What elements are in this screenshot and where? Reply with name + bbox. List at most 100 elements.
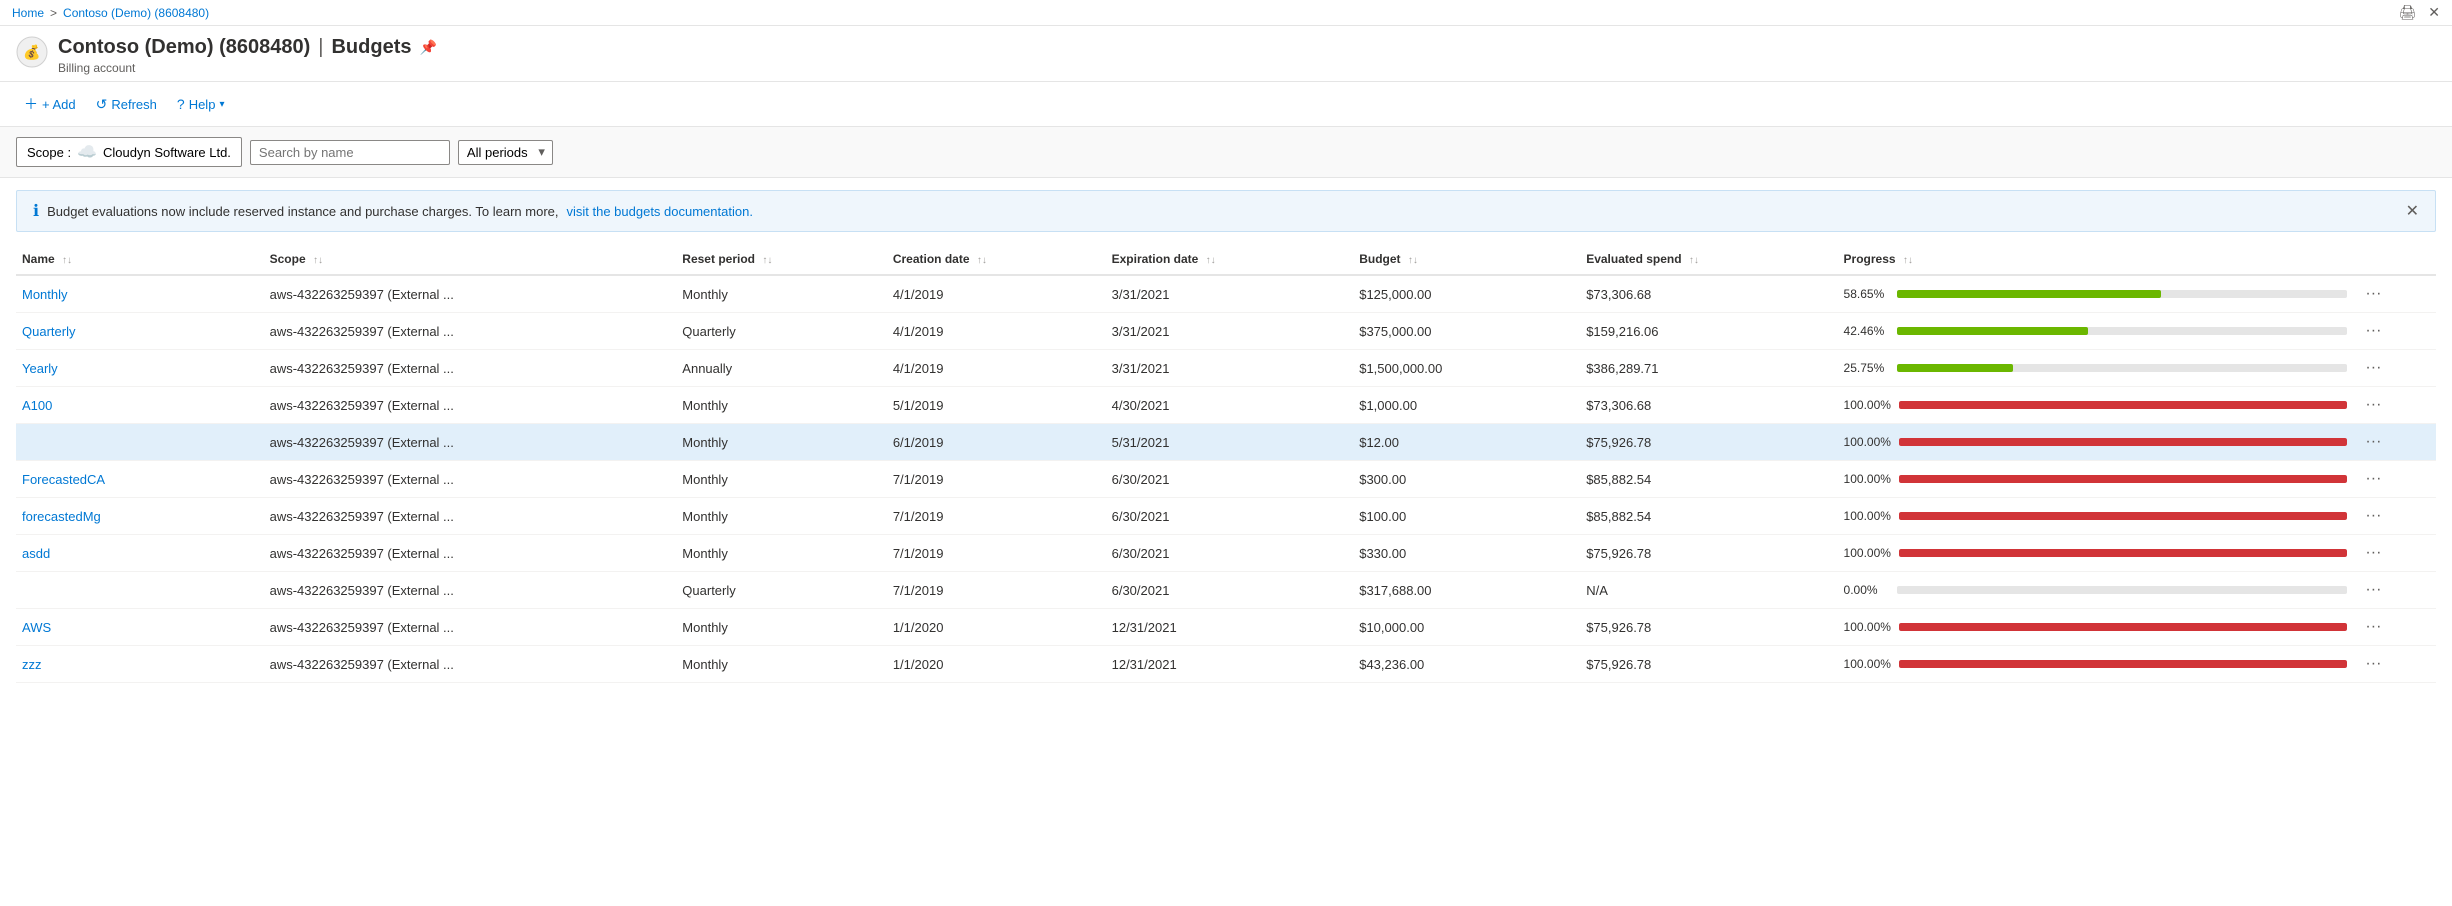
page-icon: 💰 [16,36,48,68]
progress-bar-fill [1899,549,2347,557]
cell-scope: aws-432263259397 (External ... [264,572,677,609]
cell-expiration: 3/31/2021 [1106,313,1354,350]
row-more-button[interactable]: ··· [2359,283,2387,305]
pin-icon[interactable]: 📌 [419,39,436,56]
add-button[interactable]: ＋ + Add [16,90,84,118]
cell-reset: Monthly [676,535,887,572]
cell-progress: 42.46% [1838,313,2354,350]
scope-icon: ☁️ [77,142,97,162]
cell-name: Quarterly [16,313,264,350]
cell-evaluated: $386,289.71 [1580,350,1837,387]
progress-percent: 100.00% [1844,435,1891,449]
row-more-button[interactable]: ··· [2359,542,2387,564]
page-title-separator: | [318,36,323,59]
budget-name-link[interactable]: AWS [22,620,51,635]
col-header-actions [2353,244,2436,275]
cell-more: ··· [2353,646,2436,683]
banner-close-button[interactable]: ✕ [2406,201,2419,221]
cell-name: asdd [16,535,264,572]
progress-bar-container [1899,401,2347,409]
cell-scope: aws-432263259397 (External ... [264,646,677,683]
info-link[interactable]: visit the budgets documentation. [566,204,752,219]
cell-progress: 0.00% [1838,572,2354,609]
cell-progress: 100.00% [1838,609,2354,646]
row-more-button[interactable]: ··· [2359,616,2387,638]
cell-evaluated: N/A [1580,572,1837,609]
progress-percent: 58.65% [1844,287,1889,301]
cell-creation: 1/1/2020 [887,609,1106,646]
cell-name [16,424,264,461]
breadcrumb-current[interactable]: Contoso (Demo) (8608480) [63,6,209,20]
table-header: Name ↑↓ Scope ↑↓ Reset period ↑↓ Creatio… [16,244,2436,275]
scope-button[interactable]: Scope : ☁️ Cloudyn Software Ltd. [16,137,242,167]
progress-percent: 100.00% [1844,509,1891,523]
cell-reset: Annually [676,350,887,387]
period-wrapper: All periods [458,140,553,165]
cell-budget: $12.00 [1353,424,1580,461]
progress-bar-fill [1899,623,2347,631]
sort-creation-icon[interactable]: ↑↓ [977,255,987,266]
table-row: aws-432263259397 (External ... Monthly 6… [16,424,2436,461]
page-title: Contoso (Demo) (8608480) | Budgets 📌 [58,36,2436,59]
progress-percent: 0.00% [1844,583,1889,597]
row-more-button[interactable]: ··· [2359,653,2387,675]
budget-name-link[interactable]: Monthly [22,287,68,302]
progress-bar-fill [1899,438,2347,446]
progress-bar-container [1899,438,2347,446]
budget-name-link[interactable]: zzz [22,657,42,672]
table-row: AWS aws-432263259397 (External ... Month… [16,609,2436,646]
cell-name [16,572,264,609]
help-button[interactable]: ? Help ▾ [169,92,233,116]
progress-bar-container [1899,660,2347,668]
cell-reset: Monthly [676,461,887,498]
info-icon: ℹ [33,201,39,221]
cell-budget: $317,688.00 [1353,572,1580,609]
period-select[interactable]: All periods [458,140,553,165]
cell-budget: $375,000.00 [1353,313,1580,350]
cell-more: ··· [2353,424,2436,461]
table-row: Quarterly aws-432263259397 (External ...… [16,313,2436,350]
budget-name-link[interactable]: ForecastedCA [22,472,105,487]
progress-bar-container [1899,475,2347,483]
breadcrumb: Home > Contoso (Demo) (8608480) [12,6,209,20]
table-row: ForecastedCA aws-432263259397 (External … [16,461,2436,498]
top-icons: 🖨 ✕ [2398,4,2440,21]
budget-name-link[interactable]: forecastedMg [22,509,101,524]
search-input[interactable] [250,140,450,165]
progress-bar-container [1899,623,2347,631]
sort-name-icon[interactable]: ↑↓ [62,255,72,266]
sort-reset-icon[interactable]: ↑↓ [762,255,772,266]
refresh-button[interactable]: ↺ Refresh [88,92,165,117]
cell-evaluated: $75,926.78 [1580,535,1837,572]
breadcrumb-home[interactable]: Home [12,6,44,20]
cell-reset: Monthly [676,609,887,646]
row-more-button[interactable]: ··· [2359,468,2387,490]
table-row: Yearly aws-432263259397 (External ... An… [16,350,2436,387]
row-more-button[interactable]: ··· [2359,320,2387,342]
row-more-button[interactable]: ··· [2359,579,2387,601]
cell-progress: 100.00% [1838,387,2354,424]
row-more-button[interactable]: ··· [2359,394,2387,416]
sort-expiration-icon[interactable]: ↑↓ [1206,255,1216,266]
table-row: zzz aws-432263259397 (External ... Month… [16,646,2436,683]
cell-name: zzz [16,646,264,683]
cell-more: ··· [2353,535,2436,572]
sort-progress-icon[interactable]: ↑↓ [1903,255,1913,266]
sort-scope-icon[interactable]: ↑↓ [313,255,323,266]
close-button[interactable]: ✕ [2428,4,2440,21]
cell-progress: 25.75% [1838,350,2354,387]
row-more-button[interactable]: ··· [2359,357,2387,379]
cell-more: ··· [2353,350,2436,387]
budget-name-link[interactable]: Quarterly [22,324,75,339]
sort-budget-icon[interactable]: ↑↓ [1408,255,1418,266]
col-header-expiration: Expiration date ↑↓ [1106,244,1354,275]
cell-name: AWS [16,609,264,646]
sort-evaluated-icon[interactable]: ↑↓ [1689,255,1699,266]
budget-name-link[interactable]: asdd [22,546,50,561]
row-more-button[interactable]: ··· [2359,505,2387,527]
budget-name-link[interactable]: Yearly [22,361,58,376]
page-subtitle: Billing account [58,61,2436,75]
budget-name-link[interactable]: A100 [22,398,52,413]
row-more-button[interactable]: ··· [2359,431,2387,453]
print-button[interactable]: 🖨 [2398,4,2416,21]
